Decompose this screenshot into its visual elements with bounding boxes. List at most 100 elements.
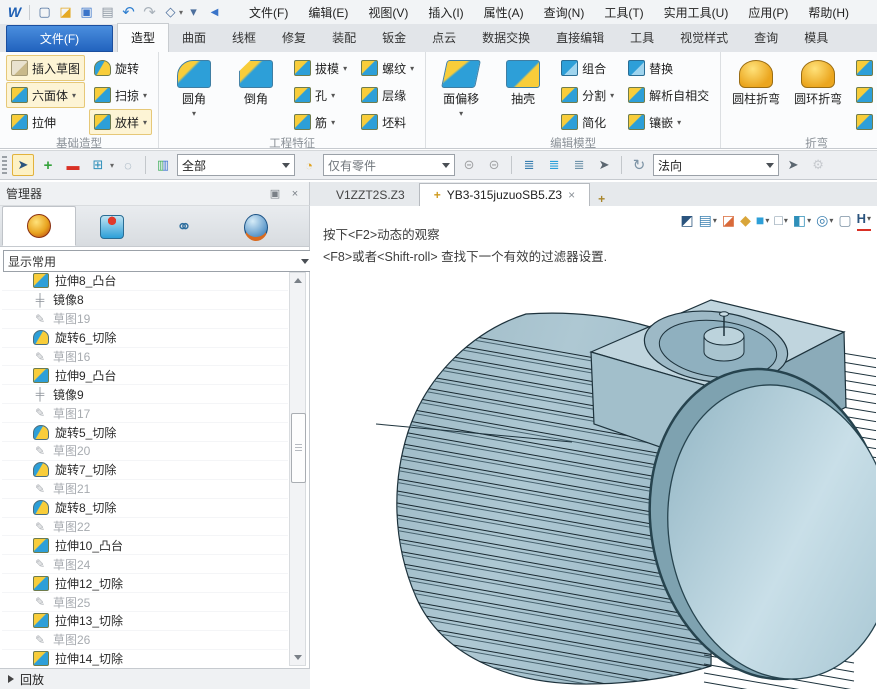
new-tab-button[interactable]: + — [590, 192, 613, 206]
document-tab[interactable]: +YB3-315juzuoSB5.Z3× — [419, 183, 590, 206]
add-pick-icon[interactable]: + — [37, 154, 59, 176]
ribbon-button[interactable]: 拔模▾ — [289, 55, 352, 81]
playback-bar[interactable]: 回放 — [0, 668, 310, 689]
menu-item[interactable]: 工具(T) — [594, 1, 653, 24]
tab-ribbon[interactable]: 钣金 — [369, 24, 419, 52]
shaded-display-icon[interactable]: ■▾ — [756, 210, 769, 230]
tab-active[interactable]: 造型 — [117, 23, 169, 52]
tree-item[interactable]: ✎草图19 — [2, 310, 288, 329]
tree-item[interactable]: ✎草图26 — [2, 631, 288, 650]
part-filter-select[interactable]: 仅有零件 — [323, 154, 455, 176]
ribbon-button[interactable]: 面偏移▾ — [432, 55, 490, 135]
remove-pick-icon[interactable]: ▬ — [62, 154, 84, 176]
history-manager-tab[interactable] — [2, 206, 76, 246]
tree-item[interactable]: ╪镜像9 — [2, 385, 288, 404]
menu-item[interactable]: 属性(A) — [474, 1, 534, 24]
tab-ribbon[interactable]: 修复 — [269, 24, 319, 52]
scroll-down-button[interactable] — [290, 650, 305, 665]
visual-manager-tab[interactable]: ⚭ — [148, 208, 220, 246]
scroll-up-button[interactable] — [290, 273, 305, 288]
tab-ribbon[interactable]: 工具 — [617, 24, 667, 52]
ribbon-button[interactable]: 拉伸 — [6, 109, 85, 135]
ribbon-button[interactable]: 坯料 — [356, 109, 419, 135]
menu-item[interactable]: 实用工具(U) — [654, 1, 739, 24]
ribbon-button[interactable]: 简化 — [556, 109, 619, 135]
ribbon-button[interactable]: 扫掠▾ — [89, 82, 152, 108]
wireframe-display-icon[interactable]: □▾ — [774, 210, 787, 230]
tree-item[interactable]: ✎草图20 — [2, 442, 288, 461]
view-orient-icon[interactable]: ◧▾ — [793, 210, 811, 230]
menu-item[interactable]: 插入(I) — [418, 1, 473, 24]
tree-item[interactable]: ╪镜像8 — [2, 291, 288, 310]
tree-item[interactable]: 拉伸8_凸台 — [2, 272, 288, 291]
app-logo-icon[interactable]: W — [5, 3, 24, 22]
ribbon-button[interactable]: 组合 — [556, 55, 619, 81]
last-pick-icon[interactable]: ➤ — [593, 154, 615, 176]
document-tab[interactable]: V1ZZT2S.Z3 — [322, 184, 419, 206]
tab-ribbon[interactable]: 点云 — [419, 24, 469, 52]
ribbon-button[interactable]: 伸展 — [851, 109, 877, 135]
print-icon[interactable]: ▤ — [98, 3, 117, 22]
model-3d-view[interactable] — [376, 292, 876, 689]
menu-item[interactable]: 应用(P) — [738, 1, 798, 24]
render-manager-tab[interactable] — [220, 208, 292, 246]
ribbon-button[interactable]: 螺纹▾ — [356, 55, 419, 81]
pick-filter-icon[interactable]: ➤ — [12, 154, 34, 176]
save-file-icon[interactable]: ▣ — [77, 3, 96, 22]
tree-item[interactable]: ✎草图25 — [2, 593, 288, 612]
menu-item[interactable]: 编辑(E) — [298, 1, 358, 24]
ribbon-button[interactable]: 圆环折弯 — [789, 55, 847, 135]
tree-item[interactable]: 旋转6_切除 — [2, 329, 288, 348]
list-pick-add-icon[interactable]: ≣ — [543, 154, 565, 176]
file-menu-button[interactable]: 文件(F) — [6, 25, 113, 52]
ribbon-button[interactable]: 旋转 — [89, 55, 152, 81]
tree-item[interactable]: ✎草图24 — [2, 555, 288, 574]
ribbon-button[interactable]: 倒角 — [227, 55, 285, 135]
tab-ribbon[interactable]: 模具 — [791, 24, 841, 52]
entity-filter-select[interactable]: 全部 — [177, 154, 295, 176]
ribbon-button[interactable]: 筋▾ — [289, 109, 352, 135]
tree-item[interactable]: ✎草图21 — [2, 480, 288, 499]
tab-ribbon[interactable]: 数据交换 — [469, 24, 543, 52]
tree-item[interactable]: ✎草图22 — [2, 518, 288, 537]
constraint-manager-tab[interactable] — [76, 208, 148, 246]
tree-item[interactable]: 旋转5_切除 — [2, 423, 288, 442]
redo-icon[interactable]: ↷ — [140, 3, 159, 22]
panel-restore-button[interactable]: ▣ — [267, 186, 283, 202]
pick-cursor-icon[interactable]: ➤ — [782, 154, 804, 176]
datum-display-icon[interactable]: ◆ — [740, 210, 751, 230]
tree-item[interactable]: ✎草图17 — [2, 404, 288, 423]
close-icon[interactable]: × — [568, 188, 575, 202]
menu-item[interactable]: 文件(F) — [239, 1, 298, 24]
window-zoom-icon[interactable]: ▢ — [838, 210, 851, 230]
undo-icon[interactable]: ↶ — [119, 3, 138, 22]
graphics-viewport[interactable]: ◩▤▾◪◆■▾□▾◧▾◎▾▢H▾ 按下<F2>动态的观察 <F8>或者<Shif… — [310, 206, 877, 689]
scrollbar-thumb[interactable] — [291, 413, 306, 483]
color-filter-icon[interactable]: ▥ — [152, 154, 174, 176]
tree-item[interactable]: ✎草图16 — [2, 348, 288, 367]
tab-ribbon[interactable]: 视觉样式 — [667, 24, 741, 52]
tree-item[interactable]: 旋转8_切除 — [2, 499, 288, 518]
orientation-select[interactable]: 法向 — [653, 154, 779, 176]
tree-item[interactable]: 拉伸12_切除 — [2, 574, 288, 593]
ribbon-button[interactable]: 抽壳 — [494, 55, 552, 135]
view-gizmo-icon[interactable]: ◇ — [161, 3, 180, 22]
zoom-icon[interactable]: ◎▾ — [816, 210, 833, 230]
ribbon-button[interactable]: 六面体▾ — [6, 82, 85, 108]
ribbon-button[interactable]: 镶嵌▾ — [623, 109, 714, 135]
window-pick-icon[interactable]: ⊞ — [87, 154, 109, 176]
eraser-blank-icon[interactable]: ◪ — [722, 210, 735, 230]
list-pick-all-icon[interactable]: ≣ — [568, 154, 590, 176]
dimension-display-icon[interactable]: H▾ — [857, 209, 871, 231]
open-file-icon[interactable]: ◪ — [56, 3, 75, 22]
tree-item[interactable]: 旋转7_切除 — [2, 461, 288, 480]
tab-ribbon[interactable]: 装配 — [319, 24, 369, 52]
menu-item[interactable]: 帮助(H) — [798, 1, 859, 24]
tree-item[interactable]: 拉伸9_凸台 — [2, 366, 288, 385]
reorient-icon[interactable]: ↻ — [628, 154, 650, 176]
exit-environment-icon[interactable]: ◩ — [680, 210, 693, 230]
menu-item[interactable]: 视图(V) — [358, 1, 418, 24]
tree-item[interactable]: 拉伸10_凸台 — [2, 536, 288, 555]
customize-toolbar-icon[interactable]: ▾ — [184, 3, 203, 22]
tree-scrollbar[interactable] — [289, 272, 306, 666]
